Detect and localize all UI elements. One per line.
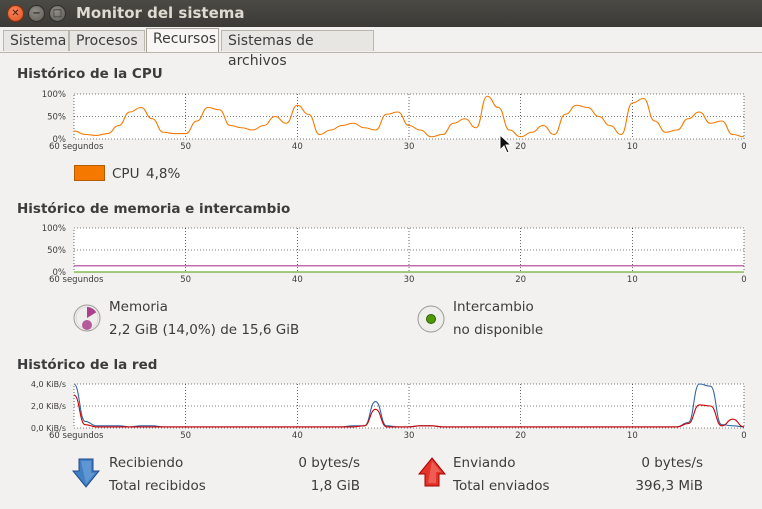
- window-title: Monitor del sistema: [76, 4, 245, 22]
- y-tick-label: 100%: [42, 90, 66, 100]
- x-tick-label: 40: [292, 275, 303, 285]
- minimize-window-button[interactable]: −: [28, 5, 45, 22]
- total-received-value: 1,8 GiB: [310, 478, 360, 494]
- x-tick-label: 0: [741, 431, 746, 441]
- upload-arrow-icon[interactable]: [418, 457, 446, 487]
- x-tick-label: 30: [404, 275, 415, 285]
- y-tick-label: 100%: [42, 224, 66, 234]
- y-tick-label: 2,0 KiB/s: [31, 402, 66, 411]
- x-tick-label: 10: [627, 142, 638, 152]
- memory-chart: 100%50%0%60 segundos 50 40 30 20 10 0: [42, 224, 747, 285]
- x-tick-label: 60 segundos: [49, 431, 104, 441]
- cpu-chart: 100%50%0%60 segundos 50 40 30 20 10 0: [42, 90, 747, 152]
- y-tick-label: 50%: [47, 113, 66, 123]
- x-tick-label: 20: [515, 431, 526, 441]
- x-tick-label: 60 segundos: [49, 275, 104, 285]
- x-tick-label: 10: [627, 431, 638, 441]
- swap-value: no disponible: [453, 322, 544, 338]
- x-tick-label: 50: [180, 142, 191, 152]
- swap-label: Intercambio: [453, 299, 534, 315]
- tab-separator: [0, 52, 762, 53]
- memory-section-title: Histórico de memoria e intercambio: [17, 201, 291, 217]
- maximize-window-button[interactable]: □: [49, 5, 66, 22]
- cpu-legend-value: 4,8%: [146, 166, 181, 182]
- cpu-legend-label: CPU: [112, 166, 140, 182]
- x-tick-label: 0: [741, 142, 746, 152]
- cpu-section-title: Histórico de la CPU: [17, 66, 163, 82]
- x-tick-label: 20: [515, 142, 526, 152]
- x-tick-label: 50: [180, 275, 191, 285]
- tab-procesos[interactable]: Procesos: [69, 30, 145, 51]
- sending-value: 0 bytes/s: [641, 455, 703, 471]
- memory-label: Memoria: [109, 299, 168, 315]
- swap-pie-icon[interactable]: [416, 304, 446, 334]
- y-tick-label: 4,0 KiB/s: [31, 380, 66, 389]
- x-tick-label: 60 segundos: [49, 142, 104, 152]
- window-titlebar: ✕ − □ Monitor del sistema: [0, 0, 762, 27]
- tab-sistemas-de-archivos[interactable]: Sistemas de archivos: [221, 30, 374, 69]
- network-section-title: Histórico de la red: [17, 357, 158, 373]
- mouse-pointer-icon: [499, 134, 513, 154]
- x-tick-label: 0: [741, 275, 746, 285]
- receiving-label: Recibiendo: [109, 455, 184, 471]
- tab-bar: Sistema Procesos Recursos Sistemas de ar…: [0, 27, 762, 69]
- cpu-color-swatch[interactable]: [74, 165, 105, 181]
- y-tick-label: 50%: [47, 246, 66, 256]
- total-sent-label: Total enviados: [453, 478, 550, 494]
- x-tick-label: 40: [292, 431, 303, 441]
- x-tick-label: 50: [180, 431, 191, 441]
- x-tick-label: 40: [292, 142, 303, 152]
- close-window-button[interactable]: ✕: [7, 5, 24, 22]
- tab-recursos[interactable]: Recursos: [146, 28, 219, 52]
- x-tick-label: 10: [627, 275, 638, 285]
- network-chart: 4,0 KiB/s2,0 KiB/s0,0 KiB/s60 segundos 50…: [31, 380, 747, 441]
- tab-sistema[interactable]: Sistema: [3, 30, 69, 51]
- total-received-label: Total recibidos: [109, 478, 206, 494]
- memory-pie-icon[interactable]: [72, 303, 102, 333]
- x-tick-label: 20: [515, 275, 526, 285]
- x-tick-label: 30: [404, 431, 415, 441]
- memory-value: 2,2 GiB (14,0%) de 15,6 GiB: [109, 322, 300, 338]
- receiving-value: 0 bytes/s: [298, 455, 360, 471]
- download-arrow-icon[interactable]: [72, 458, 100, 488]
- sending-label: Enviando: [453, 455, 516, 471]
- x-tick-label: 30: [404, 142, 415, 152]
- total-sent-value: 396,3 MiB: [635, 478, 703, 494]
